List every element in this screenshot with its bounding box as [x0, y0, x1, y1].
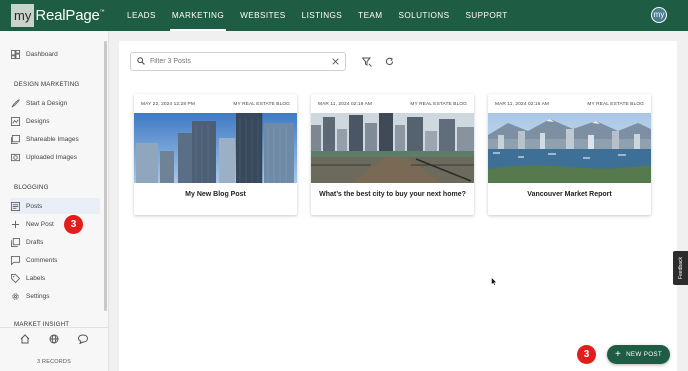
top-navbar: my RealPage ™ LEADS MARKETING WEBSITES L…: [0, 0, 688, 31]
sidebar-item-label: Posts: [26, 202, 43, 210]
rocket-icon: [10, 98, 20, 108]
post-date: MAY 22, 2024 12:28 PM: [141, 102, 195, 107]
post-blog-name: MY REAL ESTATE BLOG: [410, 102, 467, 107]
new-post-fab-button[interactable]: + NEW POST: [607, 345, 670, 364]
nav-support[interactable]: SUPPORT: [457, 0, 515, 31]
sidebar-item-labels[interactable]: Labels: [10, 270, 100, 286]
sidebar-item-shareable-images[interactable]: Shareable Images: [10, 131, 100, 147]
post-card[interactable]: MAR 11, 2024 02:16 AM MY REAL ESTATE BLO…: [488, 94, 651, 215]
images-icon: [10, 134, 20, 144]
nav-team[interactable]: TEAM: [350, 0, 390, 31]
refresh-icon[interactable]: [385, 57, 394, 68]
post-title: Vancouver Market Report: [527, 191, 612, 198]
sidebar-item-uploaded-images[interactable]: Uploaded Images: [10, 149, 100, 165]
filter-posts-input[interactable]: [150, 58, 332, 65]
clear-search-icon[interactable]: [332, 57, 339, 67]
sidebar-item-settings[interactable]: Settings: [10, 288, 100, 304]
main-panel: MAY 22, 2024 12:28 PM MY REAL ESTATE BLO…: [119, 41, 677, 371]
nav-marketing[interactable]: MARKETING: [164, 0, 232, 31]
label-icon: [10, 273, 20, 283]
sidebar-item-label: Labels: [26, 274, 46, 282]
sidebar-item-label: New Post: [26, 220, 54, 228]
records-count: 3 RECORDS: [37, 359, 71, 365]
sidebar-footer: 3 RECORDS: [0, 327, 108, 371]
footer-icon-row: [0, 334, 108, 346]
search-icon: [137, 56, 145, 67]
new-post-fab-label: NEW POST: [626, 351, 663, 358]
sidebar-item-designs[interactable]: Designs: [10, 113, 100, 129]
post-date: MAR 11, 2024 02:19 AM: [318, 102, 373, 107]
post-meta: MAR 11, 2024 02:16 AM MY REAL ESTATE BLO…: [488, 102, 651, 107]
user-avatar[interactable]: my: [651, 7, 667, 23]
post-meta: MAR 11, 2024 02:19 AM MY REAL ESTATE BLO…: [311, 102, 474, 107]
feedback-tab[interactable]: Feedback: [673, 251, 688, 285]
post-date: MAR 11, 2024 02:16 AM: [495, 102, 550, 107]
sidebar-item-dashboard[interactable]: Dashboard: [10, 46, 100, 62]
post-blog-name: MY REAL ESTATE BLOG: [233, 102, 290, 107]
nav-websites[interactable]: WEBSITES: [232, 0, 294, 31]
sidebar-item-label: Uploaded Images: [26, 153, 77, 161]
dashboard-icon: [10, 49, 20, 59]
sidebar: Dashboard DESIGN MARKETING Start a Desig…: [0, 31, 109, 371]
sidebar-item-drafts[interactable]: Drafts: [10, 234, 100, 250]
nav-listings[interactable]: LISTINGS: [294, 0, 351, 31]
sidebar-item-posts[interactable]: Posts: [10, 198, 100, 214]
section-heading-design-marketing: DESIGN MARKETING: [14, 81, 80, 88]
post-blog-name: MY REAL ESTATE BLOG: [587, 102, 644, 107]
post-image-city-waterfront: [311, 113, 474, 183]
comments-icon: [10, 255, 20, 265]
nav-solutions[interactable]: SOLUTIONS: [391, 0, 458, 31]
posts-icon: [10, 201, 20, 211]
post-title: What’s the best city to buy your next ho…: [319, 191, 466, 198]
plus-icon: +: [614, 348, 622, 360]
chat-icon[interactable]: [78, 334, 89, 346]
sidebar-item-label: Settings: [26, 292, 50, 300]
logo-trademark: ™: [99, 8, 105, 15]
mouse-cursor-icon: [491, 277, 497, 286]
sidebar-item-comments[interactable]: Comments: [10, 252, 100, 268]
section-heading-blogging: BLOGGING: [14, 184, 49, 191]
post-image-vancouver: [488, 113, 651, 183]
sidebar-scrollbar[interactable]: [104, 41, 107, 311]
gear-icon: [10, 291, 20, 301]
post-meta: MAY 22, 2024 12:28 PM MY REAL ESTATE BLO…: [134, 102, 297, 107]
main-nav: LEADS MARKETING WEBSITES LISTINGS TEAM S…: [119, 0, 516, 31]
sidebar-item-new-post[interactable]: New Post: [10, 216, 100, 232]
sidebar-item-label: Start a Design: [26, 99, 68, 107]
sidebar-item-start-design[interactable]: Start a Design: [10, 95, 100, 111]
new-post-step-badge: 3: [64, 215, 83, 234]
designs-icon: [10, 116, 20, 126]
drafts-icon: [10, 237, 20, 247]
sidebar-item-label: Comments: [26, 256, 58, 264]
upload-image-icon: [10, 152, 20, 162]
nav-leads[interactable]: LEADS: [119, 0, 164, 31]
logo-name: RealPage: [35, 7, 100, 24]
post-card[interactable]: MAR 11, 2024 02:19 AM MY REAL ESTATE BLO…: [311, 94, 474, 215]
sidebar-item-label: Dashboard: [26, 50, 58, 58]
myrealpage-logo[interactable]: my RealPage ™: [11, 4, 105, 27]
fab-step-badge: 3: [577, 345, 596, 364]
filter-icon[interactable]: [361, 57, 372, 69]
sidebar-item-label: Designs: [26, 117, 50, 125]
home-icon[interactable]: [20, 334, 30, 346]
post-card[interactable]: MAY 22, 2024 12:28 PM MY REAL ESTATE BLO…: [134, 94, 297, 215]
post-title: My New Blog Post: [185, 191, 246, 198]
sidebar-item-label: Drafts: [26, 238, 44, 246]
feedback-label: Feedback: [677, 257, 684, 279]
plus-icon: [10, 219, 20, 229]
logo-my: my: [11, 4, 35, 27]
filter-search-box[interactable]: [130, 52, 346, 71]
sidebar-item-label: Shareable Images: [26, 135, 79, 143]
globe-icon[interactable]: [49, 334, 59, 346]
post-image-skyscrapers: [134, 113, 297, 183]
